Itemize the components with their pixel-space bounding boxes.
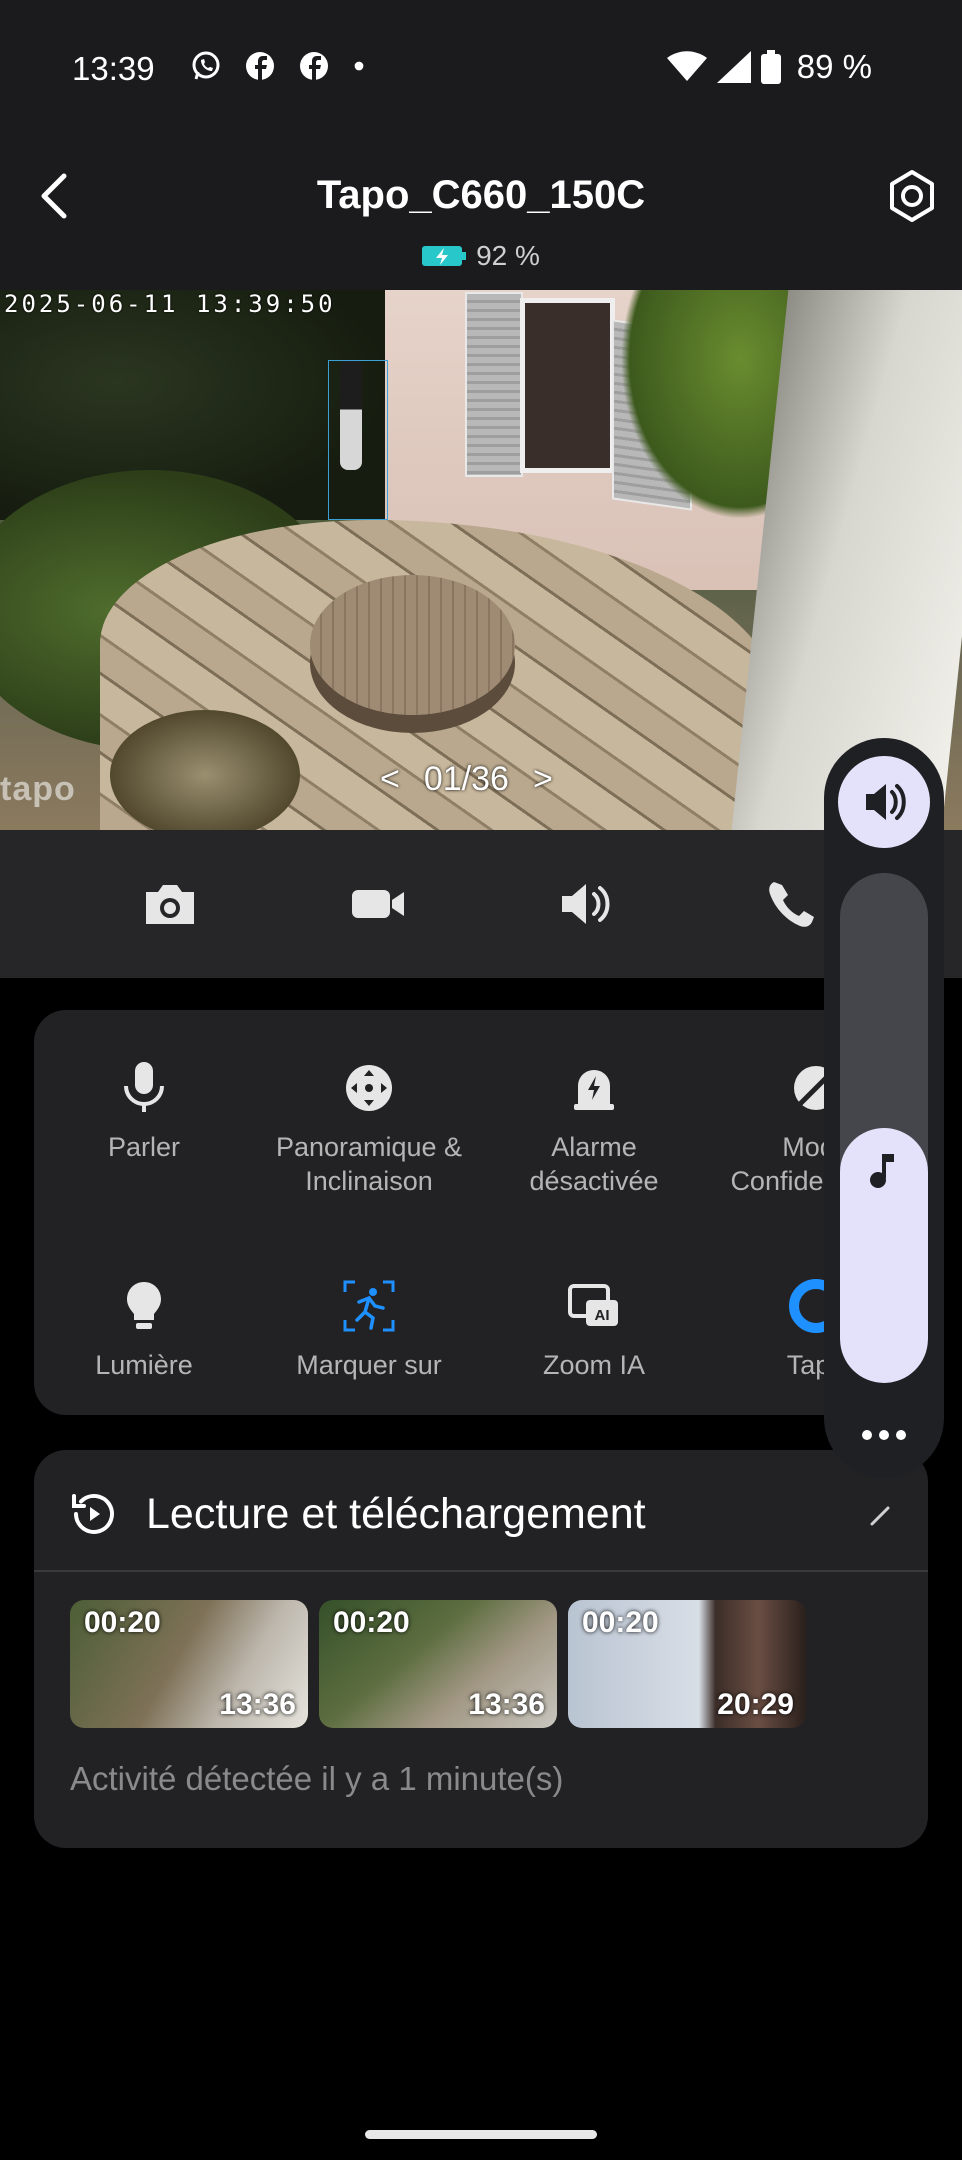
volume-slider[interactable]: [840, 873, 928, 1383]
pager-prev-button[interactable]: <: [380, 760, 400, 799]
facebook-icon: [300, 52, 328, 80]
light-bulb-icon: [127, 1282, 161, 1329]
divider: [34, 1570, 928, 1572]
video-pager: < 01/36 >: [380, 760, 553, 799]
feature-light[interactable]: Lumière: [34, 1278, 254, 1382]
playback-card[interactable]: Lecture et téléchargement 00:20 13:36 00…: [34, 1450, 928, 1848]
battery-icon: [760, 50, 781, 84]
whatsapp-icon: [192, 51, 220, 80]
record-video-icon[interactable]: [348, 878, 408, 930]
more-notifications-dot-icon: [354, 61, 364, 71]
feature-label: Alarme désactivée: [529, 1132, 659, 1196]
pager-next-button[interactable]: >: [533, 760, 553, 799]
clip-time: 13:36: [468, 1688, 545, 1721]
clip-duration: 00:20: [582, 1606, 659, 1639]
clip-time: 20:29: [717, 1688, 794, 1721]
speaker-icon: [866, 784, 906, 820]
expand-arrow-icon[interactable]: [866, 1502, 894, 1530]
more-options-icon[interactable]: [860, 1428, 908, 1442]
clip-thumbnail[interactable]: 00:20 13:36: [319, 1600, 557, 1728]
video-timestamp: 2025-06-11 13:39:50: [4, 290, 336, 318]
status-time: 13:39: [72, 50, 155, 87]
feature-label: Marquer sur: [296, 1350, 442, 1380]
feature-label: Parler: [107, 1132, 181, 1162]
pager-counter: 01/36: [423, 760, 509, 798]
playback-header[interactable]: Lecture et téléchargement: [68, 1488, 646, 1540]
settings-gear-icon[interactable]: [884, 168, 940, 224]
wifi-icon: [666, 51, 707, 81]
alarm-icon: [574, 1070, 614, 1110]
live-video-view[interactable]: 2025-06-11 13:39:50 tapo < 01/36 >: [0, 290, 962, 830]
feature-talk[interactable]: Parler: [34, 1060, 254, 1164]
notification-icons: [190, 50, 366, 82]
feature-pan-tilt[interactable]: Panoramique & Inclinaison: [259, 1060, 479, 1198]
charging-battery-icon: [422, 246, 467, 266]
tapo-watermark: tapo: [0, 770, 76, 808]
mark-person-icon: [343, 1280, 395, 1332]
clip-time: 13:36: [219, 1688, 296, 1721]
clip-duration: 00:20: [333, 1606, 410, 1639]
feature-ai-zoom[interactable]: AI Zoom IA: [484, 1278, 704, 1382]
clip-thumbnail[interactable]: 00:20 20:29: [568, 1600, 806, 1728]
svg-text:AI: AI: [595, 1307, 610, 1324]
feature-alarm[interactable]: Alarme désactivée: [484, 1060, 704, 1198]
video-scene-window: [520, 298, 615, 473]
speaker-icon[interactable]: [556, 878, 616, 930]
signal-icon: [716, 51, 751, 83]
ai-zoom-icon: AI: [568, 1284, 618, 1326]
clip-thumbnail[interactable]: 00:20 13:36: [70, 1600, 308, 1728]
feature-mark-person[interactable]: Marquer sur: [259, 1278, 479, 1382]
volume-slider-fill: [840, 1128, 928, 1383]
video-scene-shutter: [465, 292, 523, 477]
features-card: Parler Panoramique & Inclinaison Alarme …: [34, 1010, 928, 1415]
volume-toggle-button[interactable]: [838, 756, 930, 848]
volume-panel: [824, 738, 944, 1478]
history-icon: [72, 1493, 114, 1534]
feature-label: Panoramique & Inclinaison: [275, 1132, 463, 1196]
device-battery-percent: 92 %: [476, 240, 540, 271]
page-title: Tapo_C660_150C: [316, 173, 646, 217]
video-controls-bar: [0, 830, 962, 978]
feature-label: Zoom IA: [542, 1350, 646, 1380]
activity-status: Activité détectée il y a 1 minute(s): [70, 1760, 564, 1797]
video-scene-plants: [110, 710, 300, 830]
clip-duration: 00:20: [84, 1606, 161, 1639]
playback-title: Lecture et téléchargement: [146, 1489, 646, 1538]
home-indicator[interactable]: [365, 2130, 597, 2139]
status-right: 89 %: [666, 48, 872, 86]
feature-label: Lumière: [95, 1350, 193, 1380]
music-note-icon: [870, 1154, 894, 1188]
device-battery: 92 %: [0, 240, 962, 272]
call-phone-icon[interactable]: [764, 878, 824, 930]
top-bar: 13:39 89 % Tapo_C660_150C 92 %: [0, 0, 962, 290]
pan-tilt-icon: [346, 1065, 392, 1111]
person-detection-box: [328, 360, 388, 520]
battery-percent: 89 %: [796, 48, 872, 85]
video-scene-table: [310, 575, 515, 715]
snapshot-camera-icon[interactable]: [140, 878, 200, 930]
facebook-icon: [246, 52, 274, 80]
microphone-icon: [124, 1062, 164, 1112]
